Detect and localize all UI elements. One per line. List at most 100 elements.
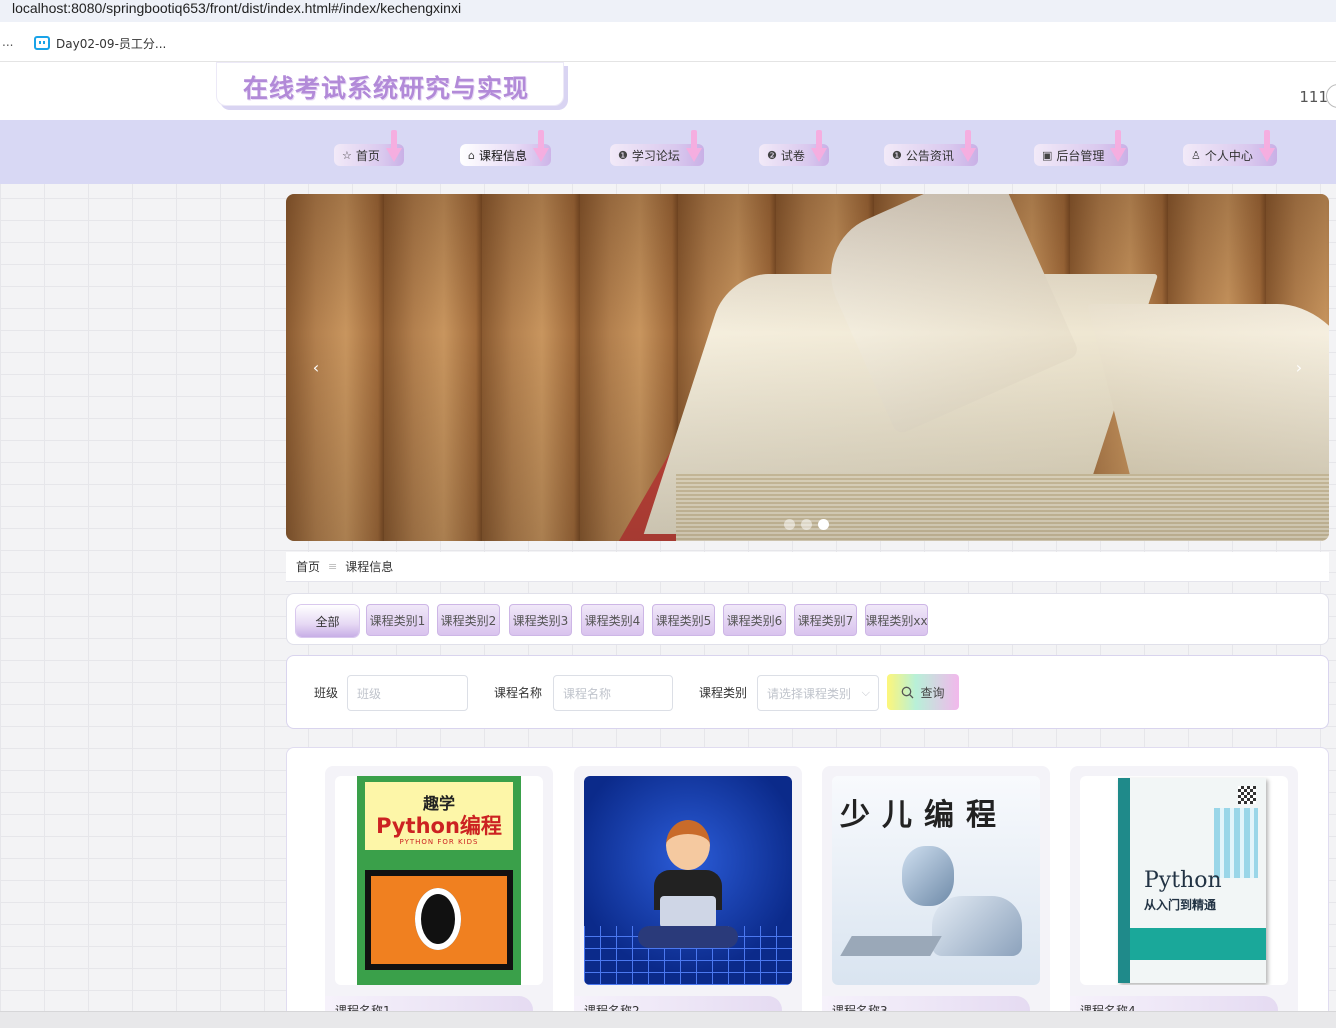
user-icon: ♙ [1191, 148, 1201, 162]
cover-title-area: 趣学 Python编程 PYTHON FOR KIDS [365, 782, 513, 850]
category-button[interactable]: 课程类别1 [366, 604, 429, 636]
carousel-dot-3[interactable] [818, 519, 829, 530]
python-beginner-cover: Python 从入门到精通 [1118, 778, 1266, 983]
class-input[interactable]: 班级 [347, 675, 468, 711]
arrow-down-icon [385, 130, 402, 164]
category-button[interactable]: 课程类别7 [794, 604, 857, 636]
cover-robot-body [932, 896, 1022, 956]
carousel-next-button[interactable]: › [1289, 358, 1309, 378]
cover-tag: PYTHON FOR KIDS [399, 838, 479, 846]
cover-laptop [840, 936, 942, 956]
carousel-dot-2[interactable] [801, 519, 812, 530]
cover-title: Python [1144, 868, 1222, 893]
nav-item-news[interactable]: ❶ 公告资讯 [884, 130, 978, 166]
arrow-down-icon [1258, 130, 1275, 164]
carousel-dot-1[interactable] [784, 519, 795, 530]
category-button[interactable]: 课程类别5 [652, 604, 715, 636]
course-card[interactable]: 课程名称2 [574, 766, 802, 1026]
cover-subtitle: 从入门到精通 [1144, 898, 1217, 912]
question-icon: ❷ [767, 148, 777, 162]
course-name-label: 课程名称 [494, 686, 543, 700]
nav-label: 学习论坛 [631, 148, 680, 163]
bag-icon: ⌂ [468, 148, 475, 162]
banner-shade [286, 194, 1329, 541]
monitor-icon: ▣ [1042, 148, 1053, 162]
nav-item-profile[interactable]: ♙ 个人中心 [1183, 130, 1277, 166]
category-button[interactable]: 课程类别2 [437, 604, 500, 636]
arrow-down-icon [685, 130, 702, 164]
nav-label: 个人中心 [1204, 148, 1253, 163]
nav-label: 首页 [355, 148, 380, 163]
user-name[interactable]: 111 [1299, 88, 1328, 106]
nav-item-admin[interactable]: ▣ 后台管理 [1034, 130, 1129, 166]
bookmark-label: Day02-09-员工分... [56, 36, 167, 51]
breadcrumb-separator: ≡ [328, 560, 338, 573]
cover-robot-head [902, 846, 954, 906]
course-name-input[interactable]: 课程名称 [553, 675, 673, 711]
category-all-button[interactable]: 全部 [296, 605, 359, 637]
cover-monitor-art [365, 870, 513, 970]
nav-item-home[interactable]: ☆ 首页 [334, 130, 404, 166]
nav-item-course-info[interactable]: ⌂ 课程信息 [460, 130, 551, 166]
breadcrumb-home[interactable]: 首页 [296, 558, 320, 575]
cover-boy-head [666, 820, 710, 870]
info-icon: ❶ [892, 148, 902, 162]
bookmark-item[interactable]: Day02-09-员工分... [34, 34, 166, 52]
address-bar[interactable]: localhost:8080/springbootiq653/front/dis… [0, 0, 1336, 22]
search-icon [902, 686, 914, 698]
python-kids-cover: 趣学 Python编程 PYTHON FOR KIDS [357, 776, 521, 985]
nav-label: 课程信息 [478, 148, 527, 163]
breadcrumb: 首页 ≡ 课程信息 [286, 552, 1329, 582]
site-header: 在线考试系统研究与实现 111 [0, 62, 1336, 120]
nav-item-exam[interactable]: ❷ 试卷 [759, 130, 829, 166]
category-button[interactable]: 课程类别6 [723, 604, 786, 636]
course-card[interactable]: 趣学 Python编程 PYTHON FOR KIDS 课程名称1 [325, 766, 553, 1026]
search-button-label: 查询 [920, 685, 945, 700]
category-filter-panel: 全部 课程类别1 课程类别2 课程类别3 课程类别4 课程类别5 课程类别6 课… [286, 593, 1329, 645]
url-text[interactable]: localhost:8080/springbootiq653/front/dis… [12, 0, 461, 16]
category-button[interactable]: 课程类别3 [509, 604, 572, 636]
category-button[interactable]: 课程类别4 [581, 604, 644, 636]
star-icon: ☆ [342, 148, 352, 162]
cover-boy-legs [638, 926, 738, 948]
site-title: 在线考试系统研究与实现 [243, 74, 530, 103]
nav-item-forum[interactable]: ❶ 学习论坛 [610, 130, 704, 166]
nav-label: 后台管理 [1056, 148, 1105, 163]
carousel-prev-button[interactable]: ‹ [306, 358, 326, 378]
cover-band [1130, 928, 1266, 960]
arrow-down-icon [1110, 130, 1127, 164]
carousel-indicators [784, 519, 829, 530]
cover-subtitle: Python编程 [376, 814, 502, 838]
search-button[interactable]: 查询 [887, 674, 959, 710]
course-cover-image[interactable]: 趣学 Python编程 PYTHON FOR KIDS [335, 776, 543, 985]
course-cover-image[interactable]: Python 从入门到精通 [1080, 776, 1288, 985]
breadcrumb-current: 课程信息 [345, 560, 394, 574]
chevron-down-icon: ⌵ [861, 686, 870, 699]
course-cover-image[interactable]: 少儿编程 [832, 776, 1040, 985]
course-card[interactable]: Python 从入门到精通 课程名称4 [1070, 766, 1298, 1026]
arrow-down-icon [533, 130, 549, 164]
course-list: 趣学 Python编程 PYTHON FOR KIDS 课程名称1 课程名称2 [286, 747, 1329, 1028]
coder-boy-cover [584, 776, 792, 985]
class-label: 班级 [314, 686, 339, 700]
cover-laptop [660, 896, 716, 928]
arrow-down-icon [959, 130, 976, 164]
category-select-placeholder: 请选择课程类别 [767, 686, 852, 701]
category-button[interactable]: 课程类别xx [865, 604, 928, 636]
category-select[interactable]: 请选择课程类别 ⌵ [757, 675, 879, 711]
bookmarks-overflow[interactable]: ... [2, 35, 13, 49]
search-panel: 班级 班级 课程名称 课程名称 课程类别 请选择课程类别 ⌵ 查询 [286, 655, 1329, 729]
nav-label: 试卷 [780, 148, 805, 163]
bookmark-bar: ... Day02-09-员工分... [0, 22, 1336, 62]
course-card[interactable]: 少儿编程 课程名称3 [822, 766, 1050, 1026]
site-title-box: 在线考试系统研究与实现 [216, 62, 564, 106]
arrow-down-icon [810, 130, 827, 164]
horizontal-scrollbar[interactable] [0, 1011, 1336, 1028]
main-nav: ☆ 首页 ⌂ 课程信息 ❶ 学习论坛 ❷ 试卷 ❶ 公告资讯 ▣ 后台管理 ♙ … [0, 120, 1336, 184]
carousel-banner[interactable]: ‹ › [286, 194, 1329, 541]
course-cover-image[interactable] [584, 776, 792, 985]
kids-coding-robot-cover: 少儿编程 [832, 776, 1040, 985]
category-label: 课程类别 [699, 686, 748, 700]
cover-qr-code [1238, 786, 1256, 804]
info-icon: ❶ [618, 148, 628, 162]
